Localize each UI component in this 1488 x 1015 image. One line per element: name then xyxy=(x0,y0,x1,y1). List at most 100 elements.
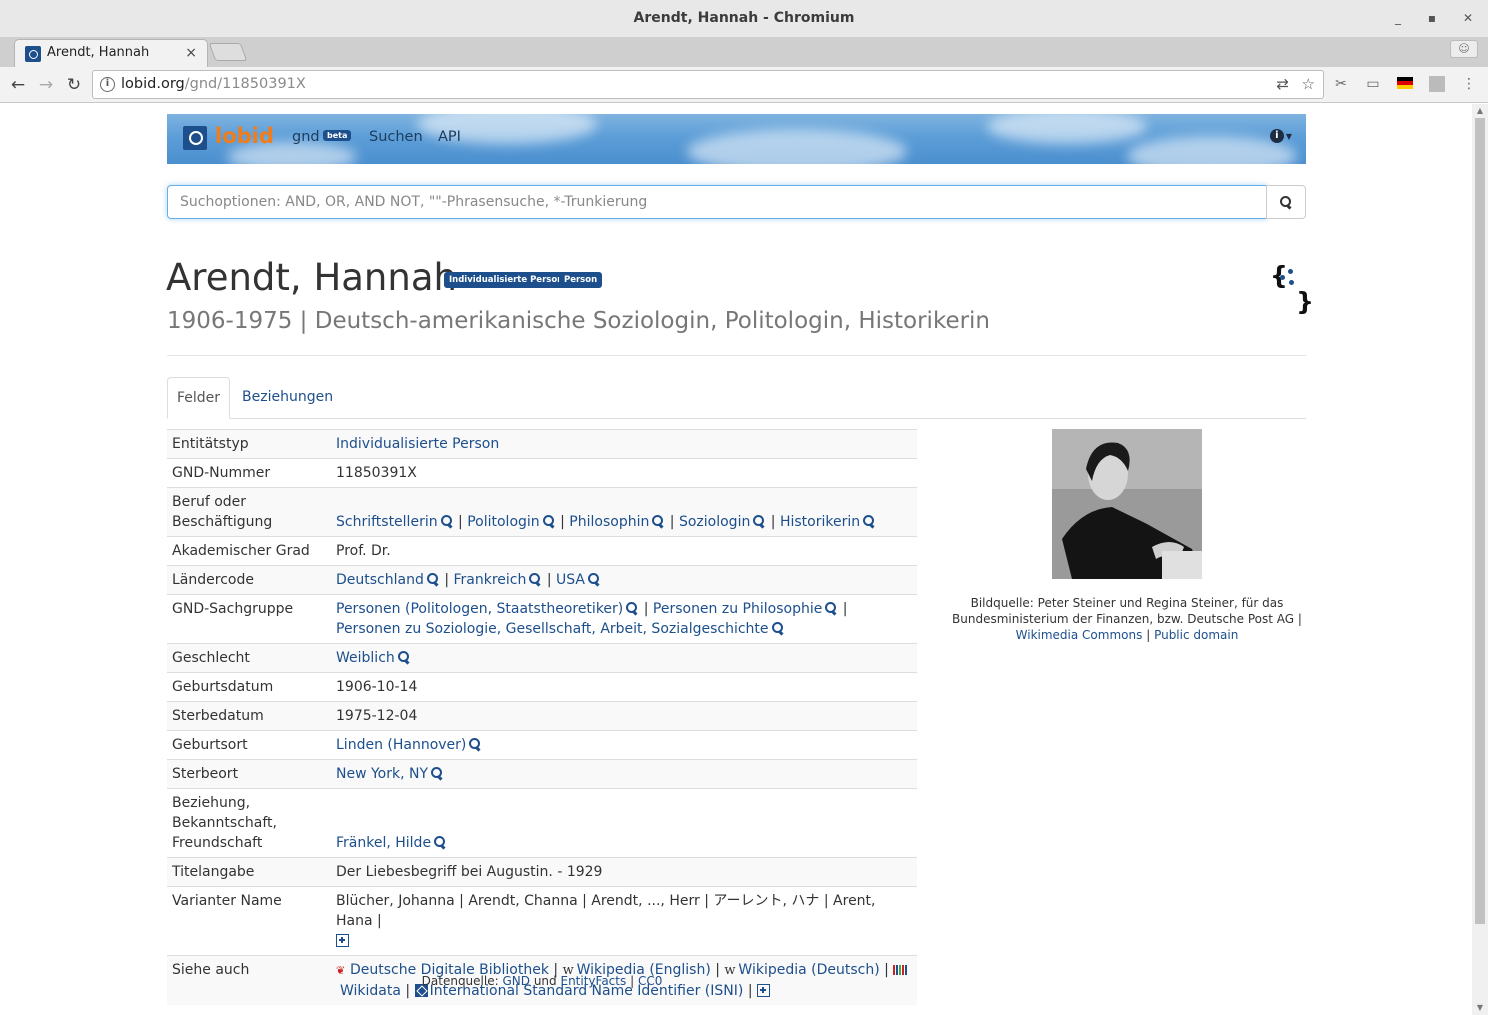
search-field[interactable] xyxy=(167,185,1267,219)
back-arrow-icon[interactable]: ← xyxy=(6,73,30,97)
browser-tab[interactable]: Arendt, Hannah × xyxy=(14,39,208,67)
search-icon[interactable] xyxy=(771,622,785,635)
menu-dots-icon[interactable]: ⋮ xyxy=(1461,76,1477,92)
info-dropdown[interactable]: i ▼ xyxy=(1269,128,1292,144)
search-icon[interactable] xyxy=(825,602,838,615)
field-label: GND-Sachgruppe xyxy=(167,594,331,644)
profession-link[interactable]: Politologin xyxy=(467,514,539,530)
public-domain-link[interactable]: Public domain xyxy=(1154,628,1238,642)
lobid-logo-text[interactable]: lobid xyxy=(215,124,274,148)
search-icon[interactable] xyxy=(863,515,876,528)
address-bar[interactable]: i lobid.org/gnd/11850391X ⇄ ☆ xyxy=(92,70,1324,99)
search-icon[interactable] xyxy=(626,602,639,615)
translate-icon[interactable]: ⇄ xyxy=(1276,71,1289,98)
footer-und: und xyxy=(533,974,557,988)
field-label: Beziehung, Bekanntschaft, Freundschaft xyxy=(167,788,331,858)
tab-felder[interactable]: Felder xyxy=(167,377,230,419)
german-flag-icon[interactable] xyxy=(1397,77,1413,89)
window-title: Arendt, Hannah - Chromium xyxy=(0,0,1488,37)
extension-gray-icon[interactable] xyxy=(1429,76,1445,92)
search-icon[interactable] xyxy=(426,573,440,586)
profession-link[interactable]: Schriftstellerin xyxy=(336,514,438,530)
minimize-button[interactable]: _ xyxy=(1388,0,1408,37)
reload-icon[interactable]: ↻ xyxy=(62,73,86,97)
json-ld-icon[interactable]: { } xyxy=(1270,263,1314,315)
tab-close-icon[interactable]: × xyxy=(185,40,197,66)
footer-prefix: Datenquelle: xyxy=(421,974,499,988)
subject-link[interactable]: Personen zu Soziologie, Gesellschaft, Ar… xyxy=(336,621,769,637)
variant-name: Arendt, ..., Herr xyxy=(591,893,700,909)
table-row: Sterbedatum 1975-12-04 xyxy=(167,701,917,731)
entityfacts-link[interactable]: EntityFacts xyxy=(560,974,626,988)
beta-badge: beta xyxy=(323,130,352,141)
search-icon[interactable] xyxy=(440,515,454,528)
field-label: Varianter Name xyxy=(167,886,331,956)
profession-link[interactable]: Philosophin xyxy=(569,514,649,530)
search-icon[interactable] xyxy=(753,515,766,528)
table-row: Akademischer Grad Prof. Dr. xyxy=(167,536,917,566)
search-icon[interactable] xyxy=(587,573,601,586)
scroll-down-icon[interactable]: ▼ xyxy=(1472,1001,1488,1015)
variant-name: Arendt, Channa xyxy=(468,893,578,909)
gnd-number-value: 11850391X xyxy=(331,458,917,488)
field-label: Geschlecht xyxy=(167,643,331,673)
table-row: Geburtsdatum 1906-10-14 xyxy=(167,672,917,702)
death-date-value: 1975-12-04 xyxy=(331,701,917,731)
new-tab-button[interactable] xyxy=(208,43,248,61)
divider xyxy=(167,355,1306,356)
wikimedia-commons-link[interactable]: Wikimedia Commons xyxy=(1016,628,1143,642)
search-icon[interactable] xyxy=(397,651,411,664)
tab-beziehungen[interactable]: Beziehungen xyxy=(242,377,333,419)
maximize-button[interactable]: ▪ xyxy=(1422,0,1442,37)
search-icon[interactable] xyxy=(652,515,665,528)
field-label: GND-Nummer xyxy=(167,458,331,488)
scroll-thumb[interactable] xyxy=(1475,118,1485,924)
profession-link[interactable]: Soziologin xyxy=(679,514,750,530)
field-label: Geburtsort xyxy=(167,730,331,760)
portrait-image[interactable] xyxy=(1052,429,1202,579)
country-link[interactable]: Deutschland xyxy=(336,572,424,588)
close-window-button[interactable]: ✕ xyxy=(1458,0,1478,37)
forward-arrow-icon[interactable]: → xyxy=(34,73,58,97)
nav-gnd[interactable]: gnd xyxy=(292,129,320,145)
search-input[interactable] xyxy=(168,186,1266,218)
subject-link[interactable]: Personen zu Philosophie xyxy=(653,601,822,617)
death-place-link[interactable]: New York, NY xyxy=(336,766,428,782)
site-info-icon[interactable]: i xyxy=(100,77,115,92)
field-label: Beruf oder Beschäftigung xyxy=(167,487,331,537)
url-text[interactable]: lobid.org/gnd/11850391X xyxy=(121,71,306,98)
country-link[interactable]: USA xyxy=(556,572,585,588)
cc0-link[interactable]: CC0 xyxy=(638,974,662,988)
vertical-scrollbar[interactable]: ▲ ▼ xyxy=(1472,104,1488,1015)
search-icon[interactable] xyxy=(469,738,482,751)
birth-place-link[interactable]: Linden (Hannover) xyxy=(336,737,466,753)
nav-api[interactable]: API xyxy=(438,129,461,145)
profession-link[interactable]: Historikerin xyxy=(780,514,860,530)
lobid-logo-icon[interactable] xyxy=(183,126,207,150)
expand-plus-icon[interactable] xyxy=(336,934,349,947)
cast-icon[interactable]: ▭ xyxy=(1365,76,1381,92)
search-icon[interactable] xyxy=(434,836,447,849)
profile-icon[interactable]: ☺ xyxy=(1450,40,1478,58)
country-link[interactable]: Frankreich xyxy=(453,572,526,588)
gender-link[interactable]: Weiblich xyxy=(336,650,395,666)
page-subtitle: 1906-1975 | Deutsch-amerikanische Soziol… xyxy=(167,308,991,334)
variant-name: アーレント, ハナ xyxy=(713,893,820,909)
table-row: Entitätstyp Individualisierte Person xyxy=(167,429,917,459)
fields-table: Entitätstyp Individualisierte Person GND… xyxy=(167,429,917,1005)
scroll-up-icon[interactable]: ▲ xyxy=(1472,104,1488,118)
subject-link[interactable]: Personen (Politologen, Staatstheoretiker… xyxy=(336,601,623,617)
nav-suchen[interactable]: Suchen xyxy=(369,129,423,145)
search-button[interactable] xyxy=(1266,185,1306,219)
field-label: Geburtsdatum xyxy=(167,672,331,702)
bookmark-star-icon[interactable]: ☆ xyxy=(1302,71,1315,98)
entity-type-link[interactable]: Individualisierte Person xyxy=(336,436,499,452)
search-icon[interactable] xyxy=(431,767,444,780)
table-row: Ländercode Deutschland | Frankreich | US… xyxy=(167,565,917,595)
search-icon[interactable] xyxy=(529,573,542,586)
search-icon[interactable] xyxy=(542,515,556,528)
extension-icon[interactable]: ✂ xyxy=(1333,76,1349,92)
relation-link[interactable]: Fränkel, Hilde xyxy=(336,835,431,851)
gnd-link[interactable]: GND xyxy=(502,974,530,988)
footer: Datenquelle: GND und EntityFacts | CC0 xyxy=(421,974,663,988)
